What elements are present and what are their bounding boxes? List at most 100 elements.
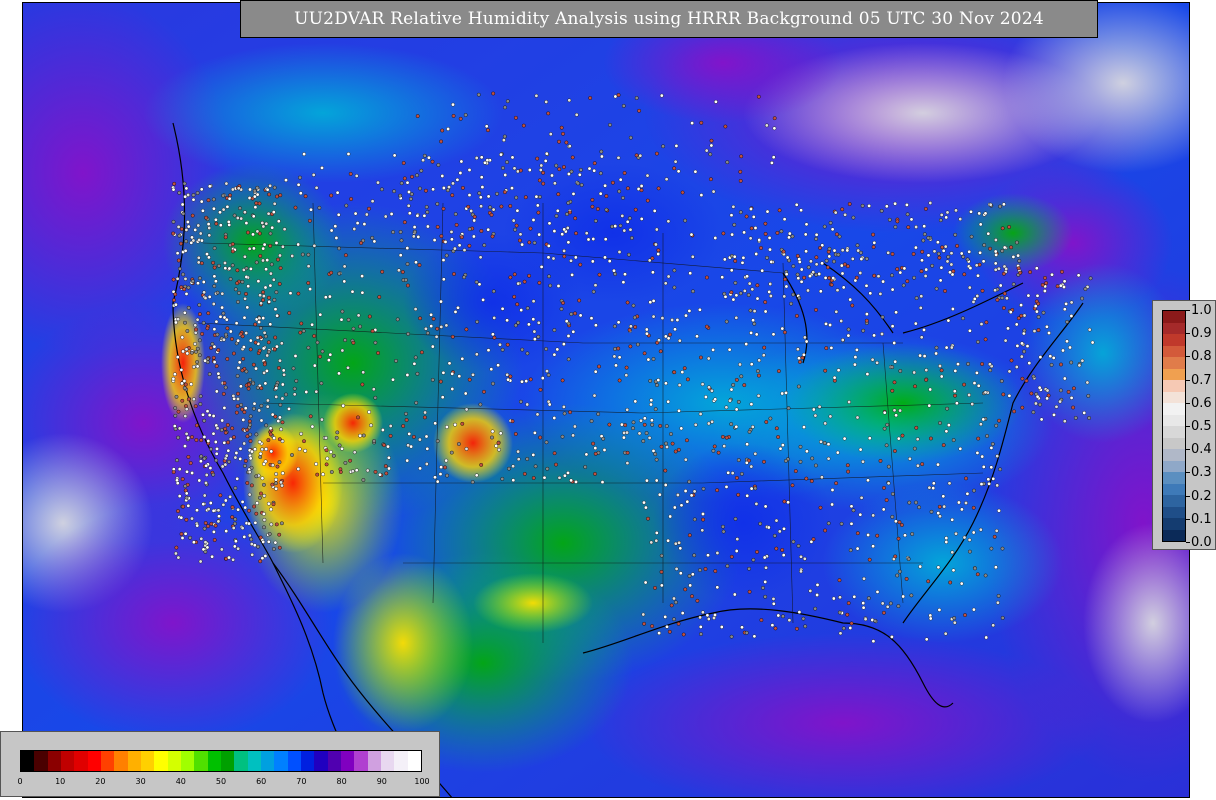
observation-dot — [248, 266, 253, 271]
observation-dot — [791, 292, 796, 297]
observation-dot — [201, 320, 206, 325]
observation-dot — [491, 289, 496, 294]
observation-dot — [388, 424, 393, 428]
observation-dot — [943, 244, 948, 249]
observation-dot — [435, 326, 440, 331]
observation-dot — [706, 617, 711, 621]
observation-dot — [253, 205, 258, 210]
observation-dot — [968, 266, 973, 270]
observation-dot — [210, 554, 215, 559]
observation-dot — [716, 450, 721, 455]
observation-dot — [912, 370, 917, 375]
observation-dot — [479, 155, 484, 160]
observation-dot — [1000, 616, 1005, 620]
colorbar-bottom-swatch — [314, 751, 328, 771]
observation-dot — [804, 339, 809, 344]
observation-dot — [645, 331, 649, 336]
observation-dot — [257, 201, 262, 206]
observation-dot — [895, 219, 900, 224]
observation-dot — [515, 208, 520, 213]
observation-dot — [1082, 410, 1087, 415]
observation-dot — [171, 187, 176, 192]
observation-dot — [724, 405, 729, 410]
map-title: UU2DVAR Relative Humidity Analysis using… — [240, 0, 1098, 38]
observation-dot — [926, 235, 931, 240]
observation-dot — [245, 427, 250, 432]
observation-dot — [738, 210, 743, 215]
observation-dot — [968, 549, 972, 554]
observation-dot — [939, 212, 944, 217]
observation-dot — [356, 313, 361, 318]
observation-dot — [1016, 253, 1020, 258]
observation-dot — [306, 264, 311, 269]
observation-dot — [202, 435, 207, 439]
observation-dot — [953, 368, 958, 373]
observation-dot — [183, 320, 187, 325]
observation-dot — [204, 481, 208, 485]
observation-dot — [797, 610, 802, 614]
observation-dot — [214, 364, 219, 368]
observation-dot — [324, 448, 329, 453]
observation-dot — [875, 533, 880, 538]
observation-dot — [274, 290, 279, 295]
observation-dot — [898, 408, 902, 413]
observation-dot — [349, 197, 353, 201]
relative-humidity-map — [22, 2, 1190, 798]
observation-dot — [491, 381, 495, 386]
observation-dot — [589, 316, 594, 321]
observation-dot — [646, 357, 651, 362]
observation-dot — [706, 421, 711, 426]
observation-dot — [405, 458, 410, 463]
observation-dot — [593, 471, 597, 476]
observation-dot — [245, 481, 250, 485]
observation-dot — [972, 607, 976, 612]
observation-dot — [186, 435, 191, 440]
observation-dot — [275, 313, 280, 318]
observation-dot — [214, 221, 219, 226]
observation-dot — [447, 185, 451, 190]
observation-dot — [516, 449, 520, 454]
observation-dot — [612, 354, 617, 359]
observation-dot — [543, 158, 548, 163]
observation-dot — [1040, 283, 1045, 287]
observation-dot — [293, 205, 298, 210]
observation-dot — [376, 351, 380, 355]
observation-dot — [586, 237, 591, 242]
observation-dot — [787, 618, 792, 623]
observation-dot — [880, 332, 884, 336]
observation-dot — [912, 446, 917, 451]
observation-dot — [747, 566, 751, 571]
observation-dot — [276, 257, 280, 262]
observation-dot — [655, 383, 659, 387]
observation-dot — [361, 433, 366, 438]
colorbar-right-tick-mark — [1186, 542, 1190, 543]
colorbar-right-swatch — [1163, 345, 1185, 357]
observation-dot — [230, 505, 235, 510]
observation-dot — [651, 357, 656, 361]
observation-dot — [1008, 310, 1013, 314]
observation-dot — [329, 270, 334, 275]
observation-dot — [560, 378, 565, 383]
colorbar-right-tick-label: 0.0 — [1191, 535, 1212, 550]
observation-dot — [197, 338, 202, 343]
observation-dot — [247, 382, 251, 387]
observation-dot — [273, 414, 278, 419]
observation-dot — [934, 345, 939, 350]
observation-dot — [776, 435, 780, 439]
observation-dot — [995, 454, 1000, 458]
observation-dot — [234, 451, 239, 455]
observation-dot — [230, 242, 235, 247]
observation-dot — [677, 447, 681, 452]
observation-dot — [536, 334, 541, 339]
observation-dot — [752, 309, 757, 313]
observation-dot — [205, 409, 210, 414]
observation-dot — [222, 405, 227, 410]
observation-dot — [441, 186, 446, 190]
observation-dot — [561, 131, 565, 136]
observation-dot — [784, 458, 788, 463]
observation-dot — [795, 313, 799, 318]
observation-dot — [762, 555, 767, 560]
observation-dot — [211, 302, 216, 306]
observation-dot — [258, 293, 263, 298]
observation-dot — [475, 319, 479, 324]
